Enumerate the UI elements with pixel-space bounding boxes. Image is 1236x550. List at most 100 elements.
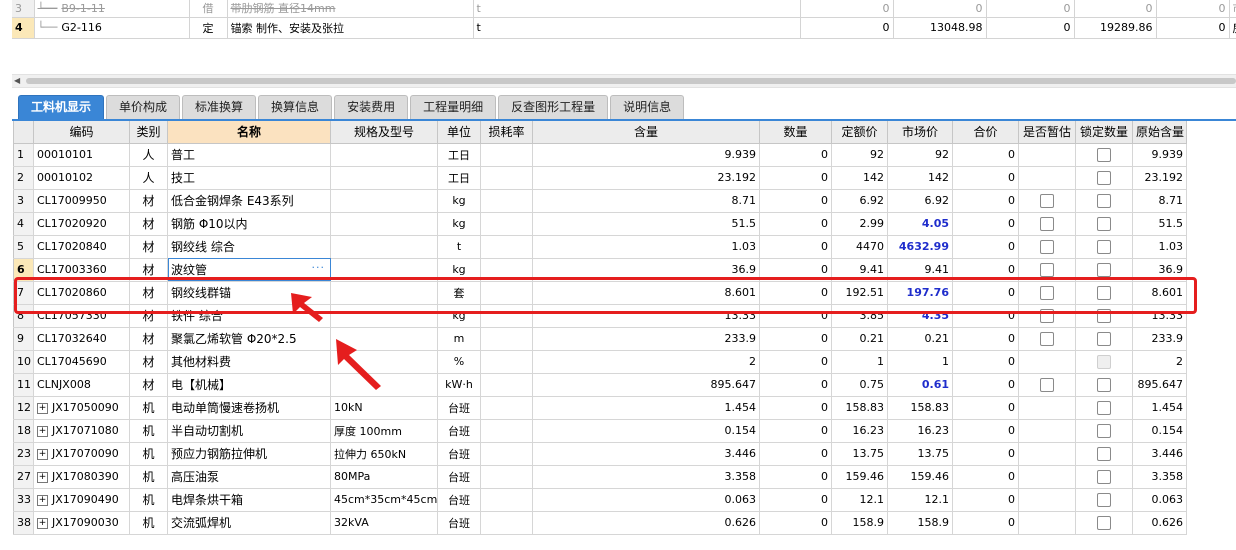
quota-quantity[interactable]: 0 xyxy=(799,16,894,39)
resource-base-price[interactable]: 6.92 xyxy=(831,189,888,213)
resource-original-content[interactable]: 8.601 xyxy=(1132,281,1187,305)
resource-original-content[interactable]: 3.358 xyxy=(1132,465,1187,489)
resource-unit[interactable]: m xyxy=(437,327,481,351)
resource-code[interactable]: CL17003360 xyxy=(33,258,130,282)
resource-code[interactable]: CL17020840 xyxy=(33,235,130,259)
resource-unit[interactable]: 台班 xyxy=(437,419,481,443)
table-row[interactable]: 18 + JX17071080 机半自动切割机 厚度 100mm 台班 0.154 0 16.2… xyxy=(13,419,1187,443)
tab-2[interactable]: 单价构成 xyxy=(106,95,181,119)
quota-value-5[interactable]: 0 xyxy=(1156,0,1230,18)
resource-content[interactable]: 23.192 xyxy=(532,166,760,190)
tab-6[interactable]: 工程量明细 xyxy=(410,95,497,119)
resource-category[interactable]: 材 xyxy=(129,212,168,236)
resource-category[interactable]: 机 xyxy=(129,465,168,489)
resource-original-content[interactable]: 233.9 xyxy=(1132,327,1187,351)
resource-loss-rate[interactable] xyxy=(480,419,533,443)
resource-unit[interactable]: % xyxy=(437,350,481,374)
resource-name[interactable]: 电动单筒慢速卷扬机 xyxy=(167,396,331,420)
expand-plus-icon[interactable]: + xyxy=(37,448,48,460)
provisional-checkbox[interactable] xyxy=(1040,239,1054,254)
resource-spec[interactable] xyxy=(330,189,438,213)
row-number[interactable]: 10 xyxy=(13,350,34,374)
resource-name[interactable]: 铁件 综合 xyxy=(167,304,331,328)
resource-base-price[interactable]: 92 xyxy=(831,143,888,167)
row-number[interactable]: 38 xyxy=(13,511,34,535)
provisional-checkbox[interactable] xyxy=(1040,216,1054,231)
quota-code[interactable]: └── B9-1-11 xyxy=(34,0,190,18)
resource-quantity[interactable]: 0 xyxy=(759,396,832,420)
resource-original-content[interactable]: 1.03 xyxy=(1132,235,1187,259)
resource-quantity[interactable]: 0 xyxy=(759,304,832,328)
resource-original-content[interactable]: 13.33 xyxy=(1132,304,1187,328)
resource-category[interactable]: 机 xyxy=(129,419,168,443)
column-header[interactable]: 定额价 xyxy=(831,121,888,144)
resource-category[interactable]: 材 xyxy=(129,373,168,397)
resource-spec[interactable]: 10kN xyxy=(330,396,438,420)
provisional-checkbox[interactable] xyxy=(1040,377,1054,392)
provisional-checkbox[interactable] xyxy=(1040,331,1054,346)
resource-quantity[interactable]: 0 xyxy=(759,327,832,351)
table-row[interactable]: 11 CLNJX008 材电【机械】 kW·h 895.647 0 0.75 0.61 0 895… xyxy=(13,373,1187,397)
resource-name[interactable]: 钢绞线 综合 xyxy=(167,235,331,259)
resource-name[interactable]: 交流弧焊机 xyxy=(167,511,331,535)
resource-content[interactable]: 36.9 xyxy=(532,258,760,282)
row-number[interactable]: 4 xyxy=(12,17,35,39)
resource-code[interactable]: CL17045690 xyxy=(33,350,130,374)
table-row[interactable]: 5 CL17020840 材钢绞线 综合 t 1.03 0 4470 4632.99 0 1.03 xyxy=(13,235,1187,259)
column-header[interactable]: 锁定数量 xyxy=(1075,121,1133,144)
column-header[interactable]: 单位 xyxy=(437,121,481,144)
resource-total[interactable]: 0 xyxy=(952,373,1019,397)
resource-content[interactable]: 0.626 xyxy=(532,511,760,535)
quota-type[interactable]: 定 xyxy=(189,17,228,39)
quota-row[interactable]: 4 └── G2-116 定 锚索 制作、安装及张拉 t 0 13048.98 0 19289.8… xyxy=(12,16,1236,39)
expand-plus-icon[interactable]: + xyxy=(37,402,48,414)
resource-total[interactable]: 0 xyxy=(952,258,1019,282)
quota-name[interactable]: 锚索 制作、安装及张拉 xyxy=(227,17,474,39)
resource-spec[interactable]: 45cm*35cm*45cm xyxy=(330,488,438,512)
lock-quantity-checkbox[interactable] xyxy=(1097,377,1111,392)
resource-market-price[interactable]: 92 xyxy=(887,143,953,167)
resource-market-price[interactable]: 4.35 xyxy=(887,304,953,328)
resource-market-price[interactable]: 159.46 xyxy=(887,465,953,489)
table-row[interactable]: 33 + JX17090490 机电焊条烘干箱 45cm*35cm*45cm 台班 0.06… xyxy=(13,488,1187,512)
resource-category[interactable]: 机 xyxy=(129,442,168,466)
resource-unit[interactable]: 工日 xyxy=(437,143,481,167)
ellipsis-button[interactable]: ··· xyxy=(312,261,326,274)
row-number[interactable]: 6 xyxy=(13,258,34,282)
horizontal-scrollbar[interactable]: ◀ xyxy=(12,74,1236,88)
resource-market-price[interactable]: 4632.99 xyxy=(887,235,953,259)
resource-unit[interactable]: kg xyxy=(437,304,481,328)
table-row[interactable]: 27 + JX17080390 机高压油泵 80MPa 台班 3.358 0 159.46 159… xyxy=(13,465,1187,489)
lock-quantity-checkbox[interactable] xyxy=(1097,400,1111,415)
resource-quantity[interactable]: 0 xyxy=(759,166,832,190)
resource-quantity[interactable]: 0 xyxy=(759,281,832,305)
row-number[interactable]: 12 xyxy=(13,396,34,420)
lock-quantity-checkbox[interactable] xyxy=(1097,285,1111,300)
lock-quantity-checkbox[interactable] xyxy=(1097,262,1111,277)
resource-content[interactable]: 1.454 xyxy=(532,396,760,420)
resource-code[interactable]: + JX17071080 xyxy=(33,419,130,443)
resource-unit[interactable]: 台班 xyxy=(437,396,481,420)
resource-code[interactable]: + JX17090490 xyxy=(33,488,130,512)
table-row[interactable]: 12 + JX17050090 机电动单筒慢速卷扬机 10kN 台班 1.454 0 158.8… xyxy=(13,396,1187,420)
resource-spec[interactable] xyxy=(330,327,438,351)
lock-quantity-checkbox[interactable] xyxy=(1097,515,1111,530)
row-number[interactable]: 2 xyxy=(13,166,34,190)
resource-category[interactable]: 机 xyxy=(129,511,168,535)
resource-quantity[interactable]: 0 xyxy=(759,143,832,167)
resource-spec[interactable] xyxy=(330,258,438,282)
resource-base-price[interactable]: 2.99 xyxy=(831,212,888,236)
resource-category[interactable]: 材 xyxy=(129,281,168,305)
provisional-checkbox[interactable] xyxy=(1040,285,1054,300)
lock-quantity-checkbox[interactable] xyxy=(1097,147,1111,162)
resource-quantity[interactable]: 0 xyxy=(759,442,832,466)
row-number[interactable]: 3 xyxy=(12,0,35,18)
resource-total[interactable]: 0 xyxy=(952,419,1019,443)
quota-total[interactable]: 0 xyxy=(1074,0,1157,18)
row-number[interactable]: 7 xyxy=(13,281,34,305)
resource-category[interactable]: 机 xyxy=(129,396,168,420)
resource-quantity[interactable]: 0 xyxy=(759,373,832,397)
table-row[interactable]: 23 + JX17070090 机预应力钢筋拉伸机 拉伸力 650kN 台班 3.446 0 1… xyxy=(13,442,1187,466)
resource-unit[interactable]: kg xyxy=(437,258,481,282)
resource-total[interactable]: 0 xyxy=(952,143,1019,167)
